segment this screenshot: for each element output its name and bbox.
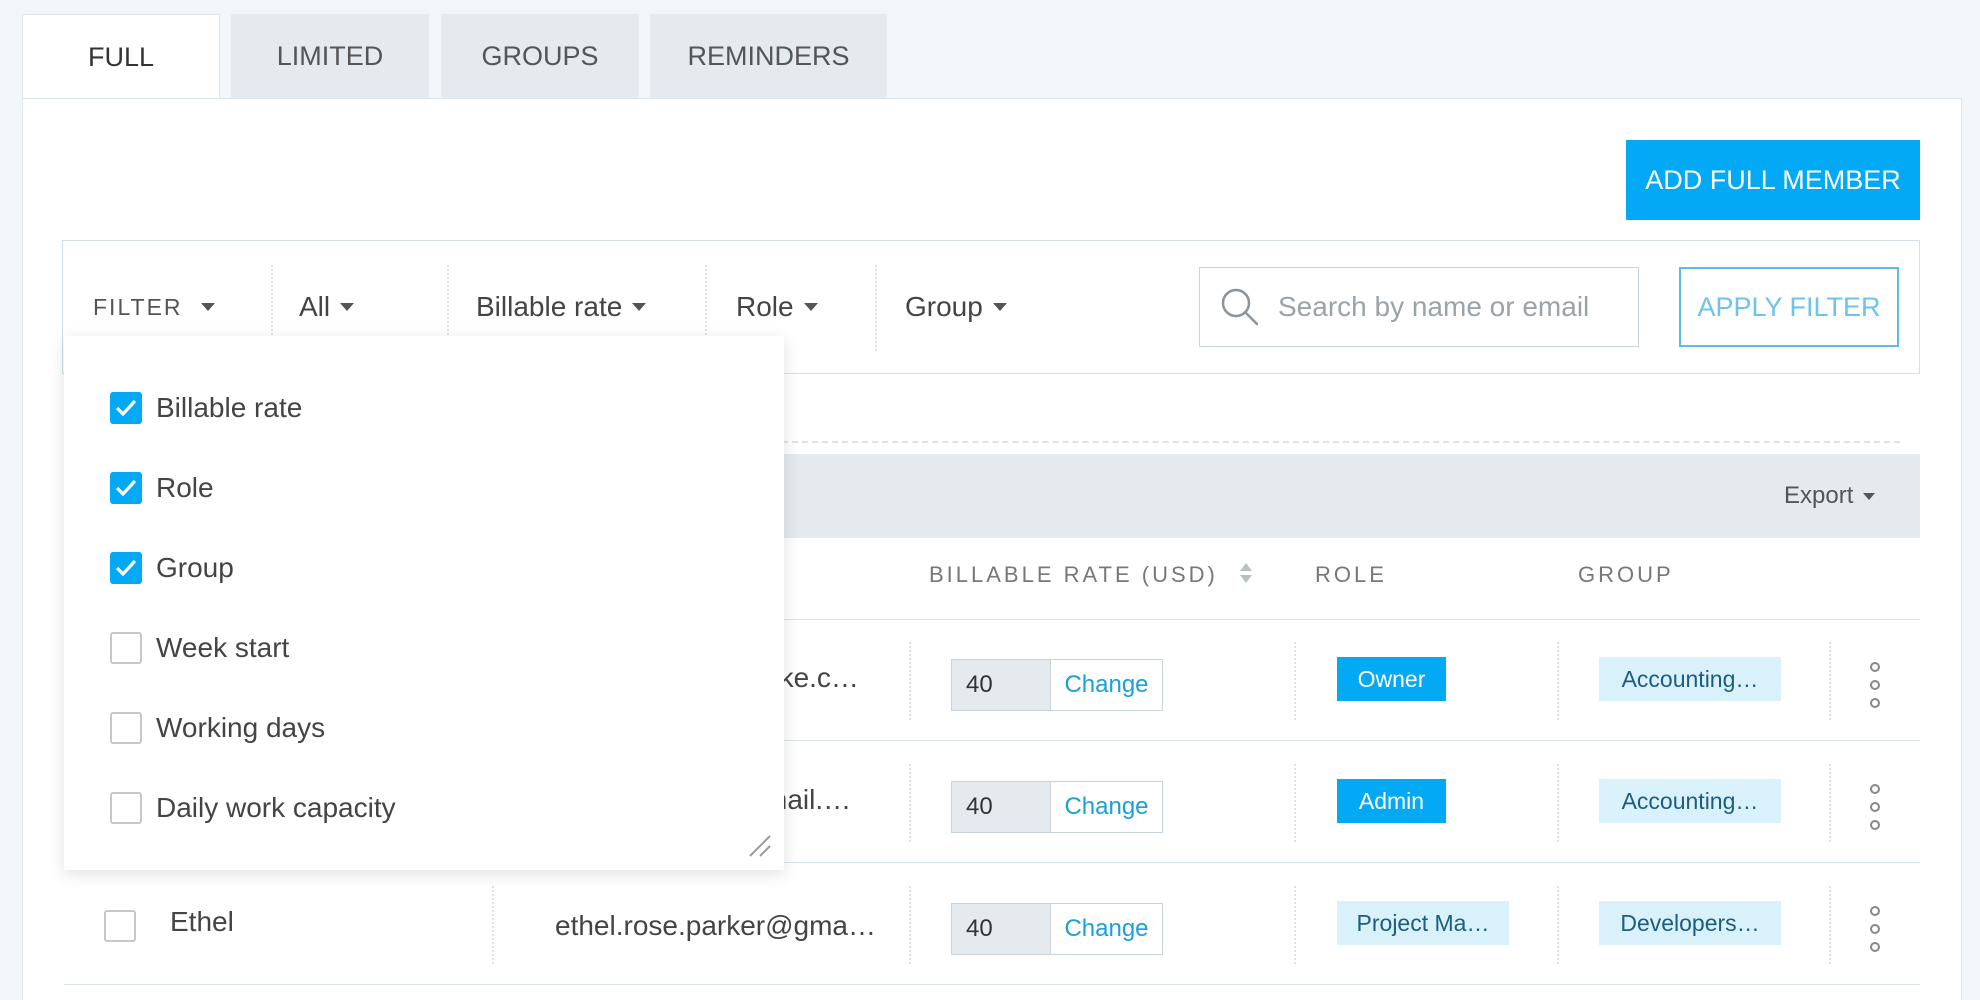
- change-rate-button[interactable]: Change: [1050, 660, 1162, 710]
- change-rate-button[interactable]: Change: [1050, 904, 1162, 954]
- search-input[interactable]: Search by name or email: [1199, 267, 1639, 347]
- divider: [1294, 764, 1296, 842]
- divider: [782, 441, 1900, 443]
- checkbox-checked[interactable]: [110, 472, 142, 504]
- billable-rate-field: 40 Change: [951, 659, 1163, 711]
- member-email: ethel.rose.parker@gma…: [555, 910, 877, 941]
- divider: [1829, 642, 1831, 720]
- column-billable-rate[interactable]: BILLABLE RATE (USD): [929, 562, 1253, 588]
- table-row: Ethel ethel.rose.parker@gma… 40 Change P…: [64, 864, 1920, 985]
- filter-option-group[interactable]: Group: [110, 552, 234, 584]
- member-name: Ethel: [170, 906, 234, 937]
- checkmark-icon: [115, 559, 137, 577]
- tab-limited[interactable]: LIMITED: [231, 14, 429, 98]
- apply-filter-button[interactable]: APPLY FILTER: [1679, 267, 1899, 347]
- more-options-icon[interactable]: [1867, 784, 1883, 830]
- filter-option-label: Week start: [156, 632, 290, 663]
- divider: [1829, 886, 1831, 964]
- checkbox-checked[interactable]: [110, 552, 142, 584]
- filter-option-week-start[interactable]: Week start: [110, 632, 289, 664]
- divider: [1557, 764, 1559, 842]
- divider: [909, 764, 911, 842]
- divider: [875, 265, 877, 351]
- filter-option-label: Working days: [156, 712, 326, 743]
- chevron-down-icon: [632, 303, 647, 311]
- filter-option-daily-work-capacity[interactable]: Daily work capacity: [110, 792, 396, 824]
- filter-option-working-days[interactable]: Working days: [110, 712, 325, 744]
- divider: [909, 886, 911, 964]
- checkbox-unchecked[interactable]: [110, 712, 142, 744]
- group-dropdown-label: Group: [905, 291, 983, 322]
- group-badge[interactable]: Accounting…: [1599, 779, 1781, 823]
- tab-limited-label: LIMITED: [276, 40, 384, 71]
- chevron-down-icon: [340, 303, 355, 311]
- filter-option-billable-rate[interactable]: Billable rate: [110, 392, 302, 424]
- billable-rate-field: 40 Change: [951, 903, 1163, 955]
- export-label: Export: [1784, 482, 1854, 509]
- chevron-down-icon: [992, 303, 1007, 311]
- filter-option-label: Role: [156, 472, 214, 503]
- chevron-down-icon: [200, 303, 215, 311]
- status-dropdown-label: All: [299, 291, 331, 322]
- rate-value: 40: [952, 904, 1050, 954]
- group-dropdown[interactable]: Group: [905, 241, 1007, 373]
- role-dropdown-label: Role: [736, 291, 794, 322]
- divider: [492, 886, 494, 964]
- filter-option-label: Group: [156, 552, 234, 583]
- billable-rate-field: 40 Change: [951, 781, 1163, 833]
- tab-groups[interactable]: GROUPS: [441, 14, 639, 98]
- checkmark-icon: [115, 399, 137, 417]
- chevron-down-icon: [803, 303, 818, 311]
- role-badge[interactable]: Owner: [1337, 657, 1446, 701]
- more-options-icon[interactable]: [1867, 906, 1883, 952]
- sort-icon: [1240, 563, 1253, 583]
- export-dropdown[interactable]: Export: [1784, 482, 1876, 510]
- add-full-member-button[interactable]: ADD FULL MEMBER: [1626, 140, 1920, 220]
- role-badge[interactable]: Project Ma…: [1337, 901, 1509, 945]
- column-role: ROLE: [1315, 562, 1387, 587]
- rate-value: 40: [952, 782, 1050, 832]
- checkbox-unchecked[interactable]: [110, 792, 142, 824]
- tab-full-label: FULL: [87, 42, 155, 72]
- tab-reminders-label: REMINDERS: [687, 40, 850, 71]
- group-badge[interactable]: Developers…: [1599, 901, 1781, 945]
- divider: [909, 642, 911, 720]
- role-badge[interactable]: Admin: [1337, 779, 1446, 823]
- divider: [1294, 886, 1296, 964]
- billable-rate-dropdown-label: Billable rate: [476, 291, 623, 322]
- checkbox-unchecked[interactable]: [110, 632, 142, 664]
- checkmark-icon: [115, 479, 137, 497]
- divider: [1557, 886, 1559, 964]
- rate-value: 40: [952, 660, 1050, 710]
- resize-handle-icon[interactable]: [746, 832, 772, 858]
- column-billable-rate-label: BILLABLE RATE (USD): [929, 562, 1218, 587]
- change-rate-button[interactable]: Change: [1050, 782, 1162, 832]
- more-options-icon[interactable]: [1867, 662, 1883, 708]
- checkbox-checked[interactable]: [110, 392, 142, 424]
- filter-option-role[interactable]: Role: [110, 472, 214, 504]
- tab-full[interactable]: FULL: [22, 14, 220, 100]
- chevron-down-icon: [1863, 492, 1876, 500]
- filter-option-label: Daily work capacity: [156, 792, 396, 823]
- divider: [1294, 642, 1296, 720]
- filter-option-label: Billable rate: [156, 392, 303, 423]
- filter-options-menu: Billable rate Role Group Week start Work…: [64, 336, 784, 870]
- search-placeholder: Search by name or email: [1278, 291, 1590, 322]
- tab-groups-label: GROUPS: [481, 40, 599, 71]
- row-checkbox[interactable]: [104, 910, 136, 942]
- group-badge[interactable]: Accounting…: [1599, 657, 1781, 701]
- tab-reminders[interactable]: REMINDERS: [650, 14, 887, 98]
- column-group: GROUP: [1578, 562, 1674, 587]
- divider: [1557, 642, 1559, 720]
- filter-label: FILTER: [93, 293, 183, 320]
- search-icon: [1221, 288, 1259, 326]
- divider: [1829, 764, 1831, 842]
